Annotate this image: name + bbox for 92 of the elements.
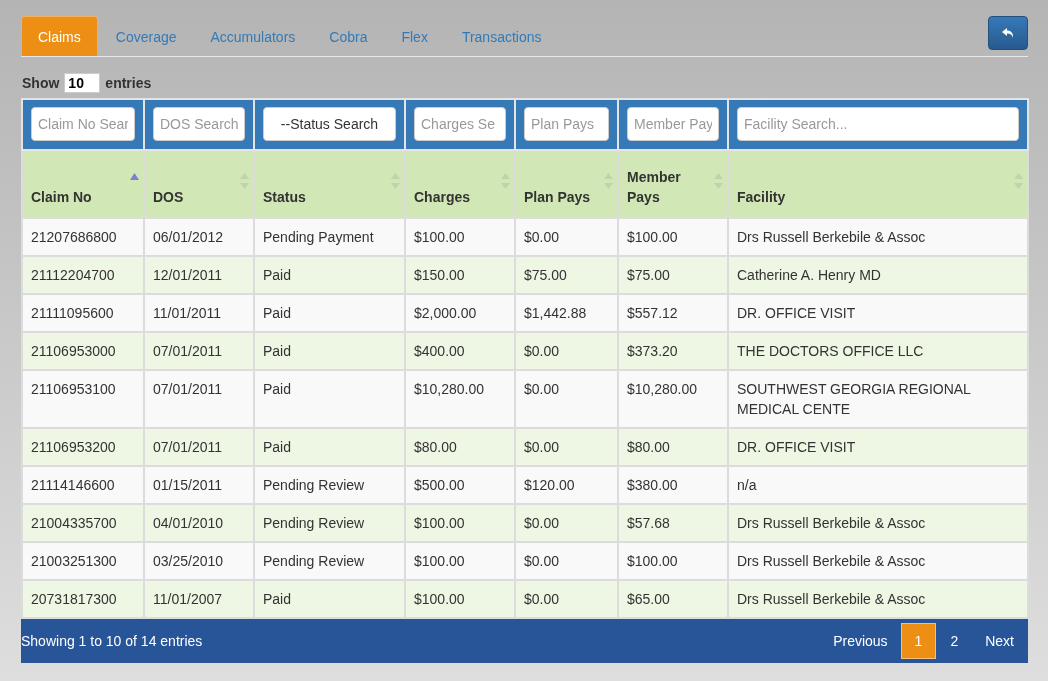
show-label: Show xyxy=(22,75,60,91)
table-cell: 12/01/2011 xyxy=(144,256,254,294)
table-cell: Drs Russell Berkebile & Assoc xyxy=(728,218,1028,256)
search-field[interactable]: Facility Search... xyxy=(737,107,1019,141)
table-cell: THE DOCTORS OFFICE LLC xyxy=(728,332,1028,370)
table-cell: $80.00 xyxy=(618,428,728,466)
table-cell: 21106953200 xyxy=(22,428,144,466)
column-header[interactable]: Member Pays xyxy=(618,150,728,218)
table-cell: $150.00 xyxy=(405,256,515,294)
table-cell: 21114146600 xyxy=(22,466,144,504)
table-cell: $0.00 xyxy=(515,504,618,542)
table-cell: DR. OFFICE VISIT xyxy=(728,428,1028,466)
entries-count-field[interactable]: 10 xyxy=(64,73,101,93)
column-header[interactable]: Charges xyxy=(405,150,515,218)
table-cell: 21003251300 xyxy=(22,542,144,580)
table-cell: $75.00 xyxy=(618,256,728,294)
back-button[interactable] xyxy=(988,16,1028,50)
table-cell: 03/25/2010 xyxy=(144,542,254,580)
table-cell: $75.00 xyxy=(515,256,618,294)
table-cell: $0.00 xyxy=(515,370,618,428)
table-cell: 21106953100 xyxy=(22,370,144,428)
table-cell: 04/01/2010 xyxy=(144,504,254,542)
table-cell: Pending Review xyxy=(254,466,405,504)
table-cell: $400.00 xyxy=(405,332,515,370)
table-cell: Pending Review xyxy=(254,504,405,542)
table-cell: 07/01/2011 xyxy=(144,332,254,370)
table-cell: 07/01/2011 xyxy=(144,428,254,466)
table-cell: 01/15/2011 xyxy=(144,466,254,504)
table-cell: Drs Russell Berkebile & Assoc xyxy=(728,542,1028,580)
table-cell: $100.00 xyxy=(618,218,728,256)
table-cell: $373.20 xyxy=(618,332,728,370)
table-cell: $0.00 xyxy=(515,580,618,618)
table-cell: $0.00 xyxy=(515,428,618,466)
table-cell: $2,000.00 xyxy=(405,294,515,332)
table-cell: 07/01/2011 xyxy=(144,370,254,428)
reply-arrow-icon xyxy=(1001,26,1015,40)
pagination-link[interactable]: Previous xyxy=(820,623,901,659)
page-button[interactable]: 2 xyxy=(936,623,973,659)
table-cell: Pending Payment xyxy=(254,218,405,256)
column-header[interactable]: Claim No xyxy=(22,150,144,218)
pagination-link[interactable]: Next xyxy=(972,623,1027,659)
table-cell: $100.00 xyxy=(405,504,515,542)
table-cell: 21106953000 xyxy=(22,332,144,370)
table-cell: $100.00 xyxy=(405,542,515,580)
column-header[interactable]: Plan Pays xyxy=(515,150,618,218)
table-cell: 21112204700 xyxy=(22,256,144,294)
table-cell: 21207686800 xyxy=(22,218,144,256)
table-cell: 06/01/2012 xyxy=(144,218,254,256)
table-cell: Paid xyxy=(254,370,405,428)
table-cell: $0.00 xyxy=(515,218,618,256)
table-cell: $120.00 xyxy=(515,466,618,504)
table-cell: $500.00 xyxy=(405,466,515,504)
column-header[interactable]: Status xyxy=(254,150,405,218)
table-cell: $380.00 xyxy=(618,466,728,504)
table-cell: $80.00 xyxy=(405,428,515,466)
table-cell: 11/01/2011 xyxy=(144,294,254,332)
table-cell: $10,280.00 xyxy=(405,370,515,428)
table-cell: $57.68 xyxy=(618,504,728,542)
table-cell: Paid xyxy=(254,294,405,332)
table-cell: Paid xyxy=(254,428,405,466)
table-cell: Paid xyxy=(254,580,405,618)
table-cell: $65.00 xyxy=(618,580,728,618)
table-cell: 20731817300 xyxy=(22,580,144,618)
table-cell: SOUTHWEST GEORGIA REGIONAL MEDICAL CENTE xyxy=(728,370,1028,428)
search-field[interactable]: Plan Pays xyxy=(524,107,609,141)
table-cell: n/a xyxy=(728,466,1028,504)
table-cell: Drs Russell Berkebile & Assoc xyxy=(728,580,1028,618)
table-cell: 21111095600 xyxy=(22,294,144,332)
table-cell: $100.00 xyxy=(405,580,515,618)
column-header[interactable]: Facility xyxy=(728,150,1028,218)
status-select[interactable]: --Status Search xyxy=(263,107,396,141)
table-cell: 21004335700 xyxy=(22,504,144,542)
table-cell: $0.00 xyxy=(515,332,618,370)
search-field[interactable]: Claim No Sear xyxy=(31,107,135,141)
search-field[interactable]: Charges Se xyxy=(414,107,506,141)
entries-label: entries xyxy=(105,75,152,91)
table-cell: Drs Russell Berkebile & Assoc xyxy=(728,504,1028,542)
table-cell: Paid xyxy=(254,256,405,294)
table-cell: DR. OFFICE VISIT xyxy=(728,294,1028,332)
table-cell: Pending Review xyxy=(254,542,405,580)
table-cell: $1,442.88 xyxy=(515,294,618,332)
search-field[interactable]: DOS Search xyxy=(153,107,245,141)
table-cell: 11/01/2007 xyxy=(144,580,254,618)
table-cell: $100.00 xyxy=(405,218,515,256)
table-cell: Paid xyxy=(254,332,405,370)
table-cell: $557.12 xyxy=(618,294,728,332)
entries-info: Showing 1 to 10 of 14 entries xyxy=(21,633,203,649)
column-header[interactable]: DOS xyxy=(144,150,254,218)
table-cell: $0.00 xyxy=(515,542,618,580)
table-cell: Catherine A. Henry MD xyxy=(728,256,1028,294)
table-cell: $10,280.00 xyxy=(618,370,728,428)
table-cell: $100.00 xyxy=(618,542,728,580)
